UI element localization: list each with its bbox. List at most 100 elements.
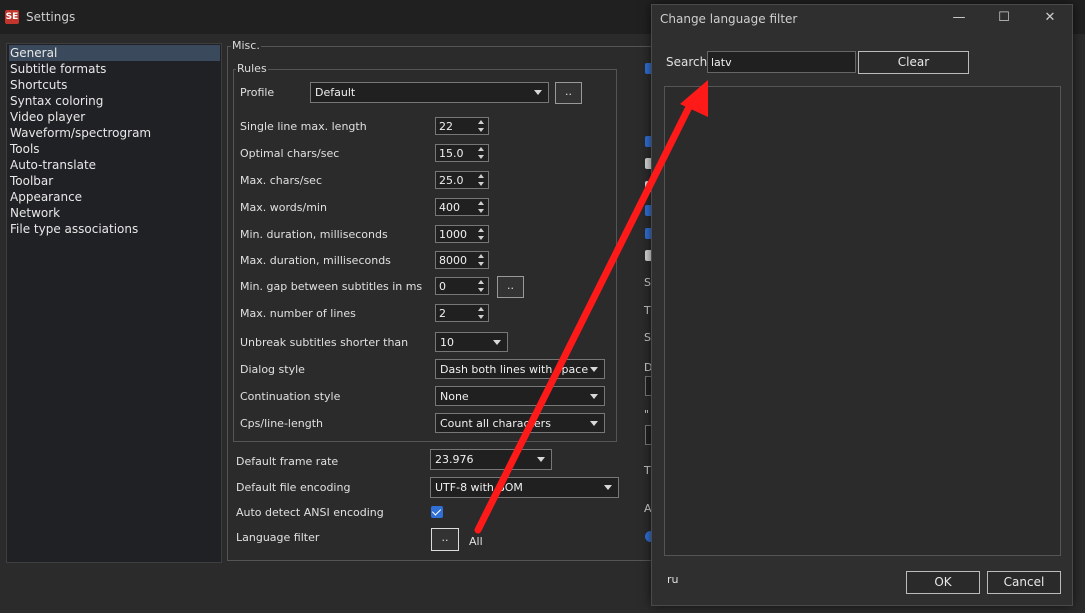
single-line-max-length-value: 22 — [439, 120, 453, 133]
ok-button[interactable]: OK — [906, 571, 980, 594]
sidebar-item-general[interactable]: General — [9, 45, 220, 61]
sidebar-item-shortcuts[interactable]: Shortcuts — [9, 77, 220, 93]
sidebar-item-network[interactable]: Network — [9, 205, 220, 221]
window-title: Settings — [26, 10, 76, 24]
hidden-label: T — [644, 464, 651, 477]
stepper-arrows-icon[interactable] — [478, 227, 485, 241]
cps-line-length-value: Count all characters — [440, 417, 551, 430]
language-filter-value: All — [469, 535, 483, 548]
max-chars-sec-stepper[interactable]: 25.0 — [435, 171, 489, 189]
continuation-style-select[interactable]: None — [435, 386, 605, 406]
max-chars-sec-value: 25.0 — [439, 174, 464, 187]
language-list[interactable] — [664, 86, 1061, 556]
min-gap-stepper[interactable]: 0 — [435, 277, 489, 295]
default-frame-rate-value: 23.976 — [435, 453, 474, 466]
max-duration-stepper[interactable]: 8000 — [435, 251, 489, 269]
hidden-label: T — [644, 304, 651, 317]
profile-label: Profile — [240, 86, 275, 99]
max-duration-value: 8000 — [439, 254, 467, 267]
selected-language-code: ru — [667, 573, 679, 586]
sidebar-item-tools[interactable]: Tools — [9, 141, 220, 157]
optimal-chars-sec-label: Optimal chars/sec — [240, 147, 340, 160]
sidebar-item-file-type-associations[interactable]: File type associations — [9, 221, 220, 237]
chevron-down-icon — [534, 90, 542, 95]
sidebar-item-auto-translate[interactable]: Auto-translate — [9, 157, 220, 173]
stepper-arrows-icon[interactable] — [478, 200, 485, 214]
cps-line-length-label: Cps/line-length — [240, 417, 323, 430]
dialog-style-label: Dialog style — [240, 363, 305, 376]
cancel-button[interactable]: Cancel — [987, 571, 1061, 594]
sidebar-list[interactable]: General Subtitle formats Shortcuts Synta… — [6, 43, 222, 563]
default-file-encoding-select[interactable]: UTF-8 with BOM — [430, 477, 619, 498]
stepper-arrows-icon[interactable] — [478, 253, 485, 267]
max-lines-value: 2 — [439, 307, 446, 320]
default-file-encoding-label: Default file encoding — [236, 481, 351, 494]
app-logo-icon: SE — [5, 10, 19, 24]
auto-detect-ansi-label: Auto detect ANSI encoding — [236, 506, 384, 519]
max-words-min-stepper[interactable]: 400 — [435, 198, 489, 216]
max-lines-stepper[interactable]: 2 — [435, 304, 489, 322]
auto-detect-ansi-checkbox[interactable] — [431, 506, 443, 518]
unbreak-label: Unbreak subtitles shorter than — [240, 336, 409, 349]
sidebar-item-subtitle-formats[interactable]: Subtitle formats — [9, 61, 220, 77]
min-duration-label: Min. duration, milliseconds — [240, 228, 388, 241]
stepper-arrows-icon[interactable] — [478, 146, 485, 160]
sidebar-item-appearance[interactable]: Appearance — [9, 189, 220, 205]
search-input[interactable] — [707, 51, 856, 73]
min-gap-value: 0 — [439, 280, 446, 293]
max-duration-label: Max. duration, milliseconds — [240, 254, 391, 267]
stepper-arrows-icon[interactable] — [478, 279, 485, 293]
single-line-max-length-label: Single line max. length — [240, 120, 367, 133]
stepper-arrows-icon[interactable] — [478, 306, 485, 320]
search-label: Search — [666, 55, 708, 69]
dialog-titlebar: Change language filter — ☐ ✕ — [652, 5, 1072, 33]
max-chars-sec-label: Max. chars/sec — [240, 174, 323, 187]
chevron-down-icon — [590, 421, 598, 426]
misc-group-title: Misc. — [231, 39, 261, 52]
cps-line-length-select[interactable]: Count all characters — [435, 413, 605, 433]
default-file-encoding-value: UTF-8 with BOM — [435, 481, 523, 494]
stepper-arrows-icon[interactable] — [478, 173, 485, 187]
min-gap-edit-button[interactable]: .. — [497, 276, 524, 298]
language-filter-button[interactable]: .. — [431, 528, 459, 551]
default-frame-rate-select[interactable]: 23.976 — [430, 449, 552, 470]
profile-value: Default — [315, 86, 356, 99]
dialog-title: Change language filter — [660, 12, 798, 26]
continuation-style-label: Continuation style — [240, 390, 341, 403]
sidebar-item-syntax-coloring[interactable]: Syntax coloring — [9, 93, 220, 109]
dialog-style-select[interactable]: Dash both lines with space — [435, 359, 605, 379]
unbreak-value: 10 — [440, 336, 454, 349]
minimize-icon[interactable]: — — [949, 10, 969, 26]
chevron-down-icon — [590, 367, 598, 372]
chevron-down-icon — [537, 457, 545, 462]
continuation-style-value: None — [440, 390, 469, 403]
sidebar-item-waveform[interactable]: Waveform/spectrogram — [9, 125, 220, 141]
min-duration-stepper[interactable]: 1000 — [435, 225, 489, 243]
sidebar-item-video-player[interactable]: Video player — [9, 109, 220, 125]
clear-button[interactable]: Clear — [858, 51, 969, 74]
rules-group-title: Rules — [236, 62, 268, 75]
unbreak-select[interactable]: 10 — [435, 332, 508, 352]
stepper-arrows-icon[interactable] — [478, 119, 485, 133]
chevron-down-icon — [604, 485, 612, 490]
hidden-label: " — [644, 408, 650, 421]
max-words-min-value: 400 — [439, 201, 460, 214]
min-gap-label: Min. gap between subtitles in ms — [240, 280, 423, 293]
hidden-label: S — [644, 331, 651, 344]
max-lines-label: Max. number of lines — [240, 307, 356, 320]
profile-edit-button[interactable]: .. — [555, 82, 582, 104]
hidden-label: S — [644, 276, 651, 289]
optimal-chars-sec-stepper[interactable]: 15.0 — [435, 144, 489, 162]
dialog-style-value: Dash both lines with space — [440, 363, 589, 376]
single-line-max-length-stepper[interactable]: 22 — [435, 117, 489, 135]
profile-select[interactable]: Default — [310, 82, 549, 103]
close-icon[interactable]: ✕ — [1040, 10, 1060, 26]
maximize-icon[interactable]: ☐ — [994, 10, 1014, 26]
change-language-filter-dialog: Change language filter — ☐ ✕ Search Clea… — [651, 4, 1073, 606]
min-duration-value: 1000 — [439, 228, 467, 241]
chevron-down-icon — [590, 394, 598, 399]
chevron-down-icon — [493, 340, 501, 345]
default-frame-rate-label: Default frame rate — [236, 455, 339, 468]
max-words-min-label: Max. words/min — [240, 201, 327, 214]
sidebar-item-toolbar[interactable]: Toolbar — [9, 173, 220, 189]
